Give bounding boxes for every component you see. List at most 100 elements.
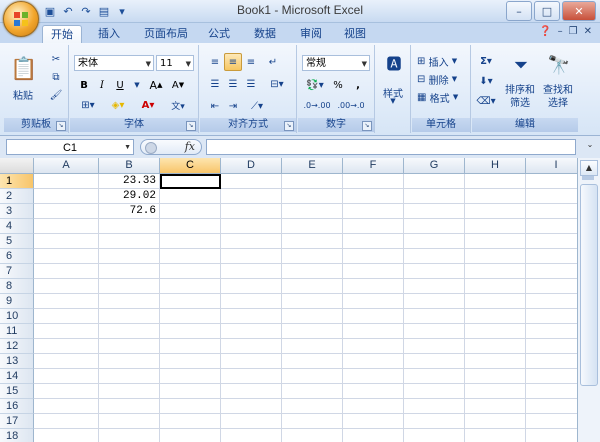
row-header-9[interactable]: 9 (0, 294, 34, 309)
cell-h13[interactable] (465, 354, 526, 369)
cell-f8[interactable] (343, 279, 404, 294)
cell-a12[interactable] (34, 339, 99, 354)
cell-b17[interactable] (99, 414, 160, 429)
format-cells-button[interactable]: ▦ 格式 ▼ (416, 89, 470, 105)
align-middle-icon[interactable]: ≡ (224, 53, 242, 71)
comma-button[interactable]: , (350, 77, 366, 93)
cell-h10[interactable] (465, 309, 526, 324)
cell-c14[interactable] (160, 369, 221, 384)
cell-b4[interactable] (99, 219, 160, 234)
cell-d17[interactable] (221, 414, 282, 429)
cell-d16[interactable] (221, 399, 282, 414)
decrease-decimal-icon[interactable]: .00→.0 (336, 97, 366, 113)
increase-decimal-icon[interactable]: .0→.00 (302, 97, 332, 113)
row-header-13[interactable]: 13 (0, 354, 34, 369)
cell-c10[interactable] (160, 309, 221, 324)
row-header-11[interactable]: 11 (0, 324, 34, 339)
cell-f1[interactable] (343, 174, 404, 189)
cell-e8[interactable] (282, 279, 343, 294)
cell-g13[interactable] (404, 354, 465, 369)
cell-a10[interactable] (34, 309, 99, 324)
cell-i12[interactable] (526, 339, 578, 354)
row-header-7[interactable]: 7 (0, 264, 34, 279)
cell-b18[interactable] (99, 429, 160, 442)
expand-formula-bar-icon[interactable]: ⌄ (584, 140, 596, 154)
name-box[interactable]: C1 ▼ (6, 139, 134, 155)
cell-e17[interactable] (282, 414, 343, 429)
cell-d14[interactable] (221, 369, 282, 384)
cell-g7[interactable] (404, 264, 465, 279)
cell-f12[interactable] (343, 339, 404, 354)
column-header-g[interactable]: G (404, 158, 465, 174)
tab-view[interactable]: 视图 (336, 25, 374, 43)
cell-f16[interactable] (343, 399, 404, 414)
italic-button[interactable]: I (94, 77, 110, 93)
cell-h8[interactable] (465, 279, 526, 294)
row-header-1[interactable]: 1 (0, 174, 34, 189)
cell-b9[interactable] (99, 294, 160, 309)
fill-icon[interactable]: ⬇▾ (476, 73, 496, 89)
decrease-indent-icon[interactable]: ⇤ (206, 97, 224, 115)
cell-h15[interactable] (465, 384, 526, 399)
cell-g16[interactable] (404, 399, 465, 414)
bold-button[interactable]: B (76, 77, 92, 93)
cell-f6[interactable] (343, 249, 404, 264)
underline-button[interactable]: U (112, 77, 128, 93)
close-button[interactable]: ✕ (562, 1, 596, 21)
cell-g8[interactable] (404, 279, 465, 294)
merge-center-icon[interactable]: ⊟▾ (264, 75, 290, 93)
borders-icon[interactable]: ⊞▾ (76, 97, 100, 113)
styles-icon[interactable]: 🅰 (382, 51, 406, 75)
cell-c7[interactable] (160, 264, 221, 279)
find-select-icon[interactable]: 🔭 (544, 51, 574, 79)
cell-e16[interactable] (282, 399, 343, 414)
cell-a16[interactable] (34, 399, 99, 414)
underline-dropdown-icon[interactable]: ▼ (132, 77, 142, 93)
cell-c15[interactable] (160, 384, 221, 399)
cell-h11[interactable] (465, 324, 526, 339)
cell-a5[interactable] (34, 234, 99, 249)
cell-f13[interactable] (343, 354, 404, 369)
cell-f14[interactable] (343, 369, 404, 384)
formula-input[interactable] (206, 139, 576, 155)
cell-i10[interactable] (526, 309, 578, 324)
cell-c12[interactable] (160, 339, 221, 354)
cell-g15[interactable] (404, 384, 465, 399)
cell-f10[interactable] (343, 309, 404, 324)
cell-g5[interactable] (404, 234, 465, 249)
cell-i9[interactable] (526, 294, 578, 309)
autosum-icon[interactable]: Σ▾ (476, 53, 496, 69)
orientation-icon[interactable]: ⟋▾ (244, 97, 270, 115)
cell-g11[interactable] (404, 324, 465, 339)
tab-home[interactable]: 开始 (42, 25, 82, 44)
cell-a2[interactable] (34, 189, 99, 204)
align-bottom-icon[interactable]: ≡ (242, 53, 260, 71)
tab-page-layout[interactable]: 页面布局 (136, 25, 196, 43)
cell-h6[interactable] (465, 249, 526, 264)
cell-h17[interactable] (465, 414, 526, 429)
cell-b11[interactable] (99, 324, 160, 339)
number-format-select[interactable]: 常规 ▼ (302, 55, 370, 71)
clear-icon[interactable]: ⌫▾ (476, 93, 496, 109)
cell-d18[interactable] (221, 429, 282, 442)
cell-d15[interactable] (221, 384, 282, 399)
cell-c3[interactable] (160, 204, 221, 219)
cell-e13[interactable] (282, 354, 343, 369)
increase-font-icon[interactable]: A ▲ (146, 77, 166, 93)
row-header-14[interactable]: 14 (0, 369, 34, 384)
cell-c9[interactable] (160, 294, 221, 309)
row-header-10[interactable]: 10 (0, 309, 34, 324)
cell-b7[interactable] (99, 264, 160, 279)
format-painter-icon[interactable]: 🖌 (48, 87, 64, 103)
font-name-select[interactable]: 宋体 ▼ (74, 55, 154, 71)
cell-i4[interactable] (526, 219, 578, 234)
cell-g18[interactable] (404, 429, 465, 442)
minimize-ribbon-icon[interactable]: – (558, 26, 563, 37)
cell-f7[interactable] (343, 264, 404, 279)
cell-d3[interactable] (221, 204, 282, 219)
scroll-thumb[interactable] (580, 184, 598, 386)
cell-c16[interactable] (160, 399, 221, 414)
cell-c1[interactable] (160, 174, 221, 189)
vertical-scrollbar[interactable]: ▲ (577, 158, 600, 442)
cell-a14[interactable] (34, 369, 99, 384)
